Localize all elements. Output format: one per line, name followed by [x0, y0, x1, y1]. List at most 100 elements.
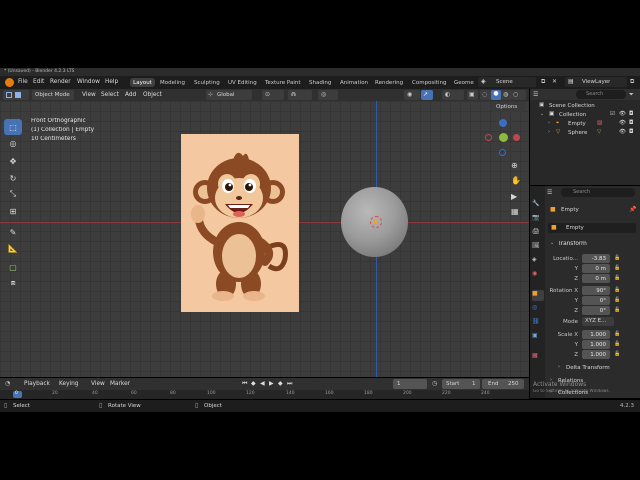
- tab-uv-editing[interactable]: UV Editing: [228, 78, 257, 87]
- empty-visibility-icon[interactable]: 👁: [619, 120, 626, 126]
- collection-checkbox-icon[interactable]: ☑: [610, 111, 615, 117]
- location-z-field[interactable]: 0 m: [582, 274, 610, 283]
- rotation-y-lock-icon[interactable]: 🔓: [614, 297, 620, 303]
- scale-y-field[interactable]: 1.000: [582, 340, 610, 349]
- current-frame-field[interactable]: 1: [393, 379, 427, 389]
- tab-world[interactable]: ◉: [532, 270, 544, 281]
- annotate-tool[interactable]: ✎: [4, 224, 22, 240]
- editor-type-button[interactable]: [3, 90, 29, 100]
- new-view-layer-icon[interactable]: ⧉: [630, 78, 634, 86]
- tab-layout[interactable]: Layout: [130, 78, 155, 87]
- viewport-menu-object[interactable]: Object: [143, 92, 162, 98]
- end-frame-field[interactable]: End 250: [482, 379, 524, 389]
- proportional-edit-toggle[interactable]: ◎: [318, 90, 338, 100]
- transform-panel-title[interactable]: Transform: [558, 241, 587, 247]
- zoom-icon[interactable]: ⊕: [511, 161, 518, 170]
- timeline-menu-playback[interactable]: Playback: [24, 381, 50, 387]
- properties-editor-icon[interactable]: ☰: [547, 189, 552, 196]
- rotation-mode-dropdown[interactable]: XYZ E...: [582, 317, 614, 326]
- empty-render-icon[interactable]: ◘: [629, 120, 633, 126]
- pan-hand-icon[interactable]: ✋: [511, 176, 521, 185]
- snap-toggle[interactable]: ⋒: [288, 90, 312, 100]
- menu-file[interactable]: File: [18, 79, 28, 85]
- gizmo-neg-z-icon[interactable]: [499, 149, 506, 156]
- delta-transform-title[interactable]: Delta Transform: [566, 365, 610, 371]
- pin-icon[interactable]: 📌: [629, 206, 636, 213]
- gizmo-neg-x-icon[interactable]: [513, 134, 520, 141]
- add-primitive-tool[interactable]: ⧈: [4, 275, 22, 291]
- timeline-menu-keying[interactable]: Keying: [59, 381, 78, 387]
- scale-tool[interactable]: ⤡: [4, 186, 22, 202]
- start-frame-field[interactable]: Start 1: [442, 379, 480, 389]
- tab-tool[interactable]: 🔧: [532, 200, 544, 211]
- add-cube-tool[interactable]: ▢: [4, 259, 22, 275]
- scale-x-lock-icon[interactable]: 🔓: [614, 331, 620, 337]
- outliner-item-scene-collection[interactable]: Scene Collection: [549, 103, 595, 109]
- timeline-ruler[interactable]: 0 20 40 60 80 100 120 140 160 180 200 22…: [0, 390, 529, 399]
- location-y-lock-icon[interactable]: 🔓: [614, 265, 620, 271]
- measure-tool[interactable]: 📐: [4, 240, 22, 256]
- tab-compositing[interactable]: Compositing: [412, 78, 446, 87]
- viewport-menu-select[interactable]: Select: [101, 92, 119, 98]
- outliner-item-empty[interactable]: Empty: [568, 121, 586, 127]
- transform-collapse-icon[interactable]: ⌄: [550, 240, 554, 246]
- menu-render[interactable]: Render: [50, 79, 71, 85]
- visibility-dropdown[interactable]: ◉: [404, 90, 420, 100]
- scale-z-field[interactable]: 1.000: [582, 350, 610, 359]
- scale-x-field[interactable]: 1.000: [582, 330, 610, 339]
- rotation-y-field[interactable]: 0°: [582, 296, 610, 305]
- tab-constraints[interactable]: ⛓: [532, 318, 544, 329]
- navigation-gizmo[interactable]: [483, 117, 523, 159]
- gizmo-x-axis-icon[interactable]: [485, 134, 492, 141]
- menu-edit[interactable]: Edit: [33, 79, 44, 85]
- scale-z-lock-icon[interactable]: 🔓: [614, 351, 620, 357]
- options-button[interactable]: Options: [491, 102, 525, 112]
- material-shading-icon[interactable]: ◍: [503, 91, 508, 98]
- play-icon[interactable]: ▶: [269, 380, 274, 387]
- rotation-z-field[interactable]: 0°: [582, 306, 610, 315]
- sphere-visibility-icon[interactable]: 👁: [619, 129, 626, 135]
- viewport-menu-view[interactable]: View: [82, 92, 96, 98]
- scale-y-lock-icon[interactable]: 🔓: [614, 341, 620, 347]
- jump-end-icon[interactable]: ⏭: [287, 380, 292, 388]
- overlays-toggle[interactable]: ◐: [442, 90, 464, 100]
- scene-selector[interactable]: ◈ Scene: [478, 77, 536, 87]
- outliner-editor-icon[interactable]: ☰: [533, 91, 538, 98]
- tab-physics[interactable]: ◎: [532, 304, 544, 315]
- tab-geometry[interactable]: Geome: [454, 78, 474, 87]
- gizmo-toggle[interactable]: ↗: [421, 90, 433, 100]
- timeline-menu-marker[interactable]: Marker: [110, 381, 130, 387]
- jump-start-icon[interactable]: ⏮: [242, 380, 247, 388]
- next-key-icon[interactable]: ◆: [278, 380, 283, 387]
- rendered-shading-icon[interactable]: ○: [513, 91, 518, 98]
- location-x-field[interactable]: -3.83: [582, 254, 610, 263]
- sphere-expand-icon[interactable]: ›: [548, 129, 550, 135]
- cursor-tool[interactable]: ◎: [4, 135, 22, 151]
- rotate-tool[interactable]: ↻: [4, 170, 22, 186]
- tab-output[interactable]: 🖨: [532, 228, 544, 239]
- play-reverse-icon[interactable]: ◀: [260, 380, 265, 387]
- collection-expand-icon[interactable]: ⌄: [540, 111, 544, 117]
- outliner-search-input[interactable]: Search: [576, 90, 626, 99]
- object-name[interactable]: Empty: [561, 207, 579, 213]
- delta-transform-expand-icon[interactable]: ›: [558, 364, 560, 370]
- tab-data[interactable]: ▣: [532, 332, 544, 343]
- menu-help[interactable]: Help: [105, 79, 118, 85]
- object-data-name-field[interactable]: ■ Empty: [548, 223, 636, 233]
- reference-image[interactable]: [181, 134, 299, 312]
- transform-tool[interactable]: ⊞: [4, 203, 22, 219]
- gizmo-z-axis-icon[interactable]: [499, 119, 507, 127]
- rotation-x-field[interactable]: 90°: [582, 286, 610, 295]
- sphere-render-icon[interactable]: ◘: [629, 129, 633, 135]
- tab-texture-paint[interactable]: Texture Paint: [265, 78, 301, 87]
- move-tool[interactable]: ✥: [4, 153, 22, 169]
- outliner-item-collection[interactable]: Collection: [559, 112, 586, 118]
- mode-dropdown[interactable]: Object Mode: [32, 90, 74, 100]
- empty-expand-icon[interactable]: ›: [548, 120, 550, 126]
- wireframe-shading-icon[interactable]: ◌: [482, 91, 487, 98]
- blender-logo-icon[interactable]: [5, 78, 14, 87]
- collection-visibility-icon[interactable]: 👁: [619, 111, 626, 117]
- pivot-point-dropdown[interactable]: ⊙: [262, 90, 284, 100]
- tab-rendering[interactable]: Rendering: [375, 78, 403, 87]
- ortho-grid-icon[interactable]: ▦: [511, 207, 519, 216]
